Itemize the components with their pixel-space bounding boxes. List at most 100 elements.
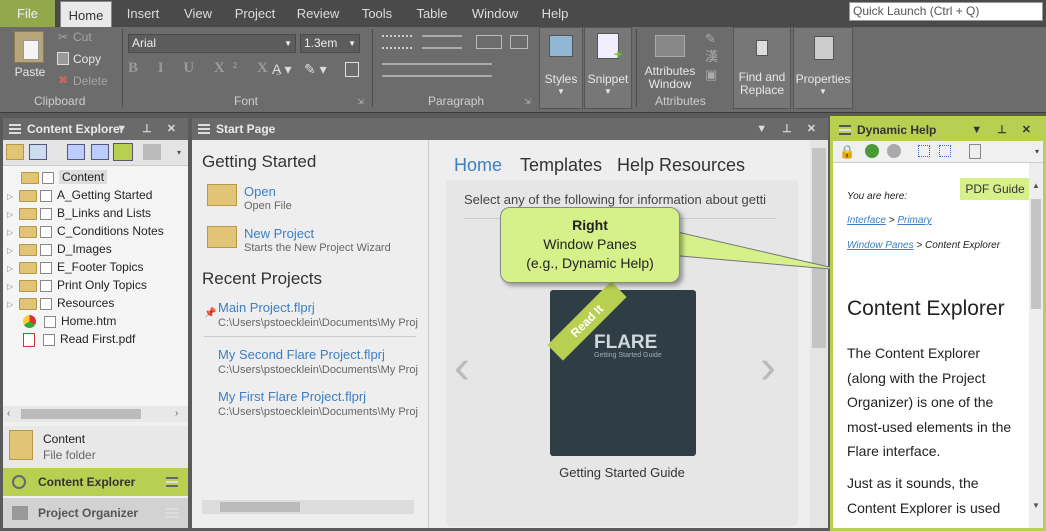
font-size-select[interactable]: 1.3em ▼ (300, 34, 360, 53)
quick-launch-input[interactable]: Quick Launch (Ctrl + Q) (849, 2, 1043, 21)
font-color-icon[interactable]: A ▾ (272, 61, 291, 78)
carousel-prev-icon[interactable]: ‹ (454, 340, 470, 395)
checkbox[interactable] (43, 333, 55, 346)
menu-review[interactable]: Review (292, 0, 344, 27)
tree-item[interactable]: ▷ C_Conditions Notes (7, 222, 164, 240)
menu-file[interactable]: File (0, 0, 55, 27)
copy-button[interactable]: Copy (73, 52, 101, 66)
tab-templates[interactable]: Templates (520, 155, 602, 176)
duplicate-icon[interactable] (91, 144, 109, 160)
pin-icon[interactable]: 📌 (204, 308, 216, 319)
menu-table[interactable]: Table (410, 0, 454, 27)
lock-icon[interactable]: 🔒 (839, 144, 855, 160)
open-folder-icon[interactable] (6, 144, 24, 160)
tree-item[interactable]: Home.htm (7, 312, 116, 330)
forward-icon[interactable] (887, 144, 901, 158)
menu-insert[interactable]: Insert (120, 0, 166, 27)
tab-project-organizer[interactable]: Project Organizer (3, 498, 188, 528)
pdf-guide-button[interactable]: PDF Guide (960, 178, 1030, 200)
styles-button[interactable]: Styles ▼ (539, 27, 583, 109)
clear-format-icon[interactable] (345, 62, 359, 77)
callout-line-1: Window Panes (543, 236, 637, 252)
tree-item[interactable]: ▷ A_Getting Started (7, 186, 152, 204)
menu-tools[interactable]: Tools (355, 0, 399, 27)
attributes-small-icons[interactable]: ✎ 漢 ▣ (705, 30, 718, 84)
open-link[interactable]: Open (244, 184, 276, 199)
delete-button[interactable]: Delete (73, 74, 108, 88)
recent-project-link[interactable]: Main Project.flprj (218, 300, 315, 315)
tree-horizontal-scrollbar[interactable]: ‹ › (3, 406, 188, 422)
menu-window[interactable]: Window (466, 0, 524, 27)
attributes-window-button[interactable]: Attributes Window (640, 65, 700, 91)
cut-button[interactable]: Cut (73, 30, 92, 44)
view-icon[interactable] (29, 144, 47, 160)
recent-project-link[interactable]: My First Flare Project.flprj (218, 389, 366, 404)
toc-icon[interactable] (918, 145, 930, 157)
checkbox[interactable] (42, 171, 54, 184)
tree-item[interactable]: Read First.pdf (7, 330, 135, 348)
menu-project[interactable]: Project (228, 0, 282, 27)
checkbox[interactable] (40, 261, 52, 274)
index-icon[interactable] (939, 145, 951, 157)
checkbox[interactable] (40, 243, 52, 256)
menu-help[interactable]: Help (535, 0, 575, 27)
find-replace-button[interactable]: Find and Replace (733, 27, 791, 109)
pane-menu-icon[interactable] (198, 124, 210, 134)
font-format-buttons[interactable]: B I U X² X₂ (128, 60, 288, 77)
open-desc: Open File (244, 200, 292, 212)
ribbon: Paste ✂ Cut Copy ✖ Delete Clipboard Aria… (0, 27, 1046, 113)
checkbox[interactable] (40, 189, 52, 202)
properties-button[interactable]: Properties ▼ (793, 27, 853, 109)
getting-started-guide-book[interactable]: FLARE Getting Started Guide Read It (547, 281, 696, 456)
font-dialog-launcher-icon[interactable]: ⇲ (357, 97, 364, 106)
paragraph-list-buttons[interactable] (382, 33, 532, 53)
pane-window-buttons[interactable]: ▼ ⊥ ✕ (971, 119, 1037, 141)
checkbox[interactable] (40, 297, 52, 310)
checkbox[interactable] (40, 225, 52, 238)
highlight-icon[interactable]: ✎ ▾ (304, 61, 327, 78)
pane-menu-icon[interactable] (839, 125, 851, 135)
breadcrumb-interface[interactable]: Interface (847, 215, 886, 226)
tab-menu-icon[interactable] (166, 477, 178, 487)
checkbox[interactable] (40, 279, 52, 292)
menu-home[interactable]: Home (60, 1, 112, 27)
tree-item[interactable]: ▷ D_Images (7, 240, 112, 258)
breadcrumb-primary[interactable]: Primary (897, 215, 931, 226)
breadcrumb-window-panes[interactable]: Window Panes (847, 240, 914, 251)
font-family-select[interactable]: Arial ▼ (128, 34, 296, 53)
carousel-next-icon[interactable]: › (760, 340, 776, 395)
recent-project-link[interactable]: My Second Flare Project.flprj (218, 347, 385, 362)
pane-window-buttons[interactable]: ▼ ⊥ ✕ (116, 118, 182, 140)
tab-content-explorer[interactable]: Content Explorer (3, 468, 188, 496)
new-project-link[interactable]: New Project (244, 226, 314, 241)
pane-menu-icon[interactable] (9, 124, 21, 134)
pane-window-buttons[interactable]: ▼ ⊥ ✕ (756, 118, 822, 140)
tab-menu-icon[interactable] (166, 508, 178, 518)
horizontal-scrollbar[interactable] (202, 500, 414, 514)
toolbar-overflow-icon[interactable]: ▾ (177, 148, 181, 157)
back-icon[interactable] (865, 144, 879, 158)
cut-icon: ✂ (58, 30, 69, 44)
paste-button[interactable]: Paste (10, 65, 50, 79)
grid-icon[interactable] (113, 143, 133, 161)
snippet-button[interactable]: + Snippet ▼ (584, 27, 632, 109)
tree-item[interactable]: ▷ Resources (7, 294, 114, 312)
toolbar-overflow-icon[interactable]: ▾ (1035, 147, 1039, 156)
tree-item[interactable]: ▷ E_Footer Topics (7, 258, 144, 276)
tab-home[interactable]: Home (454, 155, 502, 176)
tab-help-resources[interactable]: Help Resources (617, 155, 745, 176)
vertical-scrollbar[interactable] (810, 140, 828, 528)
tree-item[interactable]: ▷ Print Only Topics (7, 276, 147, 294)
disabled-icon (143, 144, 161, 160)
checkbox[interactable] (40, 207, 52, 220)
tree-item[interactable]: ▷ B_Links and Lists (7, 204, 151, 222)
tree-root[interactable]: Content (21, 168, 108, 186)
checkbox[interactable] (44, 315, 56, 328)
paragraph-align-buttons[interactable] (382, 63, 492, 77)
add-topic-icon[interactable] (67, 144, 85, 160)
dynamic-help-pane: Dynamic Help ▼ ⊥ ✕ 🔒 ▾ PDF Guide You are… (830, 116, 1046, 531)
help-vertical-scrollbar[interactable]: ▲ ▼ (1029, 163, 1043, 528)
print-icon[interactable] (969, 144, 981, 159)
paragraph-dialog-launcher-icon[interactable]: ⇲ (524, 97, 531, 106)
menu-view[interactable]: View (177, 0, 219, 27)
